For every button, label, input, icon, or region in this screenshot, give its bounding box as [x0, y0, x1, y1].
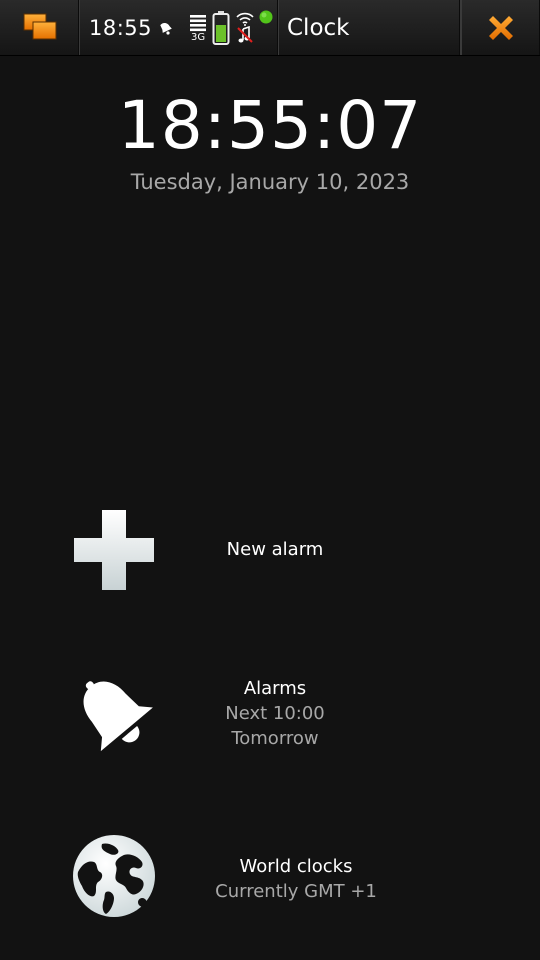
network-type-label: 3G: [190, 31, 206, 43]
app-title: Clock: [287, 14, 350, 41]
task-switcher-button[interactable]: [0, 0, 80, 55]
music-muted-icon: [237, 25, 253, 43]
battery-icon: [212, 10, 230, 46]
new-alarm-item[interactable]: New alarm: [0, 508, 540, 592]
signal-strength-icon: 3G: [188, 13, 208, 43]
next-alarm-day: Tomorrow: [231, 728, 319, 749]
globe-icon: [72, 834, 156, 918]
bell-icon: [72, 672, 156, 756]
world-clocks-subtitle: Currently GMT +1: [215, 881, 377, 902]
new-alarm-text: New alarm: [170, 537, 380, 562]
top-bar: 18:55 3G Clock: [0, 0, 540, 56]
status-time: 18:55: [89, 15, 153, 40]
alarms-text: Alarms Next 10:00 Tomorrow: [170, 676, 380, 751]
world-clocks-item[interactable]: World clocks Currently GMT +1: [0, 834, 540, 918]
next-alarm-time: Next 10:00: [225, 703, 325, 724]
world-clocks-label: World clocks: [239, 856, 353, 877]
wifi-and-audio-icons: [234, 12, 256, 44]
world-clocks-text: World clocks Currently GMT +1: [196, 854, 396, 904]
close-button[interactable]: [461, 0, 540, 55]
status-area[interactable]: 18:55 3G: [80, 0, 279, 55]
alarms-label: Alarms: [243, 678, 307, 699]
task-switcher-icon: [22, 11, 58, 45]
current-time: 18:55:07: [117, 87, 423, 164]
alarms-item[interactable]: Alarms Next 10:00 Tomorrow: [0, 670, 540, 760]
plus-icon: [72, 508, 156, 592]
presence-online-icon: [258, 9, 274, 25]
close-icon: [486, 13, 516, 43]
new-alarm-label: New alarm: [226, 539, 324, 560]
alarm-set-icon: [158, 20, 174, 36]
wifi-icon: [236, 12, 254, 26]
app-title-bar[interactable]: Clock: [279, 0, 461, 55]
current-date: Tuesday, January 10, 2023: [130, 170, 410, 194]
